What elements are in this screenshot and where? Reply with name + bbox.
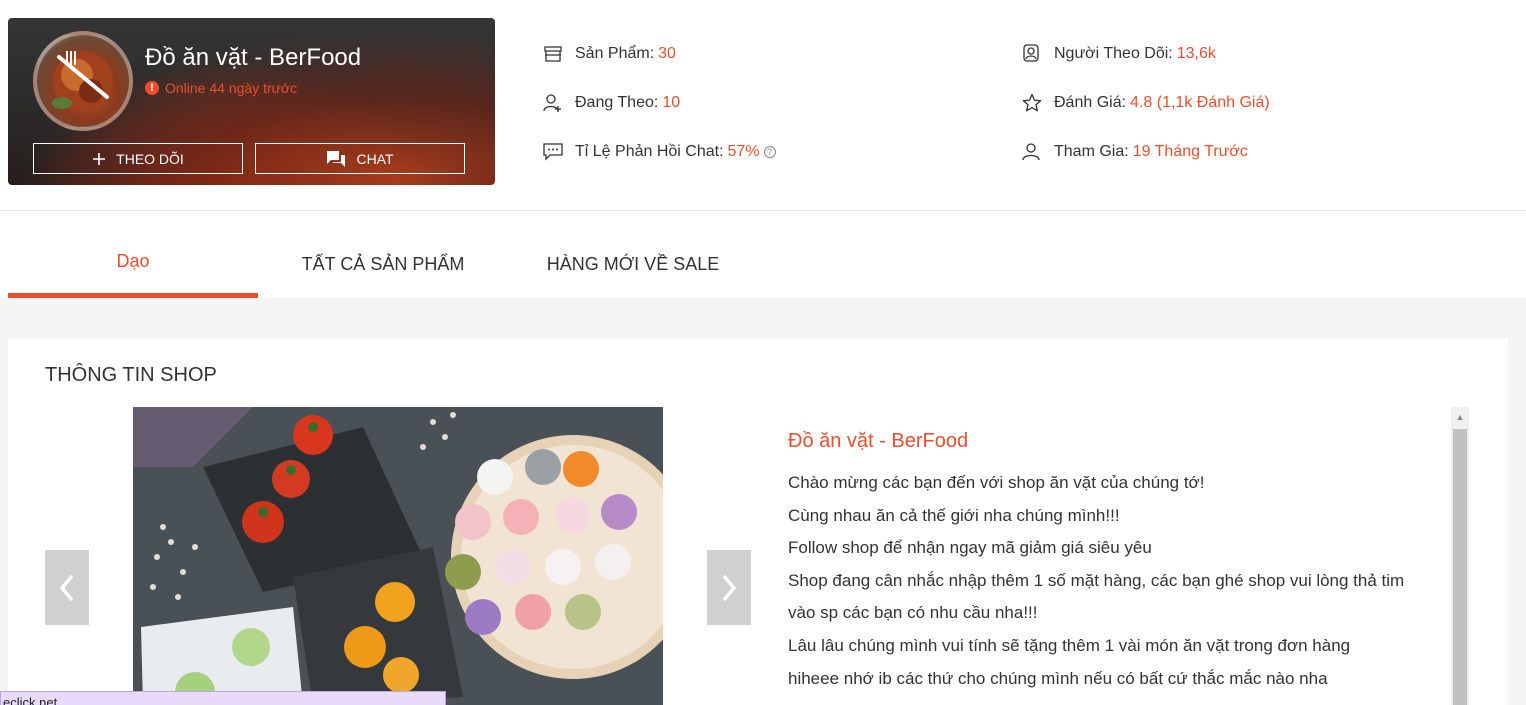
chat-response-value: 57%	[727, 143, 760, 160]
followers-label: Người Theo Dõi:	[1054, 45, 1173, 62]
plus-icon	[93, 152, 106, 165]
user-icon	[1022, 142, 1042, 162]
scroll-thumb[interactable]	[1453, 429, 1467, 705]
stat-joined: Tham Gia: 19 Tháng Trước	[1022, 142, 1248, 162]
description-line: hiheee nhớ ib các thứ cho chúng mình nếu…	[788, 668, 1328, 688]
carousel-next-button[interactable]	[707, 550, 751, 625]
description-scrollbar[interactable]: ▲	[1451, 407, 1469, 705]
following-label: Đang Theo:	[575, 94, 659, 111]
stat-products: Sản Phẩm: 30	[543, 44, 676, 64]
followers-icon	[1022, 44, 1042, 64]
chat-button-label: CHAT	[356, 150, 394, 167]
store-icon	[543, 44, 563, 64]
chat-icon	[327, 150, 346, 167]
stat-rating: Đánh Giá: 4.8 (1,1k Đánh Giá)	[1022, 93, 1270, 113]
description-line: Cùng nhau ăn cả thế giới nha chúng mình!…	[788, 505, 1120, 525]
follow-button[interactable]: THEO DÕI	[33, 143, 243, 174]
shop-avatar[interactable]	[33, 31, 133, 131]
description-line: Shop đang cân nhắc nhập thêm 1 số mặt hà…	[788, 570, 1405, 590]
products-value: 30	[658, 45, 676, 62]
help-icon[interactable]: ?	[763, 146, 776, 158]
user-plus-icon	[543, 93, 563, 113]
chevron-right-icon	[722, 574, 737, 601]
rating-value: 4.8 (1,1k Đánh Giá)	[1130, 94, 1270, 111]
shop-name: Đồ ăn vặt - BerFood	[145, 44, 362, 71]
shop-banner-image[interactable]	[133, 407, 663, 705]
status-bar-url: eclick.net	[0, 691, 446, 705]
chevron-left-icon	[59, 574, 74, 601]
description-line: Lâu lâu chúng mình vui tính sẽ tặng thêm…	[788, 635, 1351, 655]
follow-button-label: THEO DÕI	[116, 150, 184, 167]
stat-followers: Người Theo Dõi: 13,6k	[1022, 44, 1216, 64]
joined-value: 19 Tháng Trước	[1132, 143, 1248, 160]
chat-response-label: Tỉ Lệ Phản Hồi Chat:	[575, 143, 724, 160]
tab-all-products[interactable]: TẤT CẢ SẢN PHẨM	[258, 230, 508, 298]
tab-dao[interactable]: Dạo	[8, 230, 258, 298]
star-icon	[1022, 93, 1042, 113]
description-line: Follow shop để nhận ngay mã giảm giá siê…	[788, 538, 1152, 558]
shop-header-card: Đồ ăn vặt - BerFood ! Online 44 ngày trư…	[8, 18, 495, 185]
followers-value: 13,6k	[1176, 45, 1216, 62]
scroll-up-arrow-icon[interactable]: ▲	[1451, 407, 1469, 427]
online-status-text: Online 44 ngày trước	[165, 80, 298, 96]
shop-description: Đồ ăn vặt - BerFood Chào mừng các bạn đế…	[788, 430, 1438, 695]
alert-icon: !	[145, 81, 159, 95]
stat-following: Đang Theo: 10	[543, 93, 680, 113]
rating-label: Đánh Giá:	[1054, 94, 1127, 111]
header-divider	[0, 210, 1526, 211]
joined-label: Tham Gia:	[1054, 143, 1129, 160]
description-line: vào sp các bạn có nhu cầu nha!!!	[788, 603, 1038, 623]
online-status: ! Online 44 ngày trước	[145, 80, 297, 96]
description-title: Đồ ăn vặt - BerFood	[788, 430, 969, 452]
shop-tabs: Dạo TẤT CẢ SẢN PHẨM HÀNG MỚI VỀ SALE	[8, 230, 758, 298]
chat-button[interactable]: CHAT	[255, 143, 465, 174]
description-line: Chào mừng các bạn đến với shop ăn vặt củ…	[788, 473, 1205, 492]
tab-new-sale[interactable]: HÀNG MỚI VỀ SALE	[508, 230, 758, 298]
stat-chat-response: Tỉ Lệ Phản Hồi Chat: 57% ?	[543, 142, 776, 162]
shop-info-heading: THÔNG TIN SHOP	[45, 364, 217, 386]
shop-info-panel: THÔNG TIN SHOP Đồ ăn vặt - BerFood Chào …	[8, 338, 1508, 705]
chat-bubble-icon	[543, 142, 563, 162]
following-value: 10	[662, 94, 681, 111]
products-label: Sản Phẩm:	[575, 45, 655, 62]
carousel-prev-button[interactable]	[45, 550, 89, 625]
